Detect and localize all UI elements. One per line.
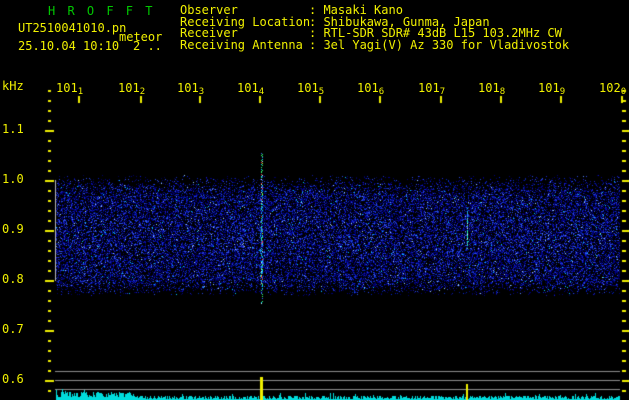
- y-axis-unit-label: kHz: [2, 79, 24, 93]
- x-axis-label-main: 101: [538, 81, 560, 95]
- y-axis-label: 1.1: [2, 122, 24, 136]
- x-axis-label-main: 101: [357, 81, 379, 95]
- info-label-antenna: Receiving Antenna: [180, 38, 303, 52]
- datetime-label: 25.10.04 10:10: [18, 39, 120, 53]
- app-title: H R O F F T: [48, 4, 155, 18]
- x-axis-label: 101 6: [357, 82, 384, 99]
- x-axis-label: 101 9: [538, 82, 565, 99]
- x-axis-label-sub: 9: [559, 87, 566, 97]
- info-value-antenna: : 3el Yagi(V) Az 330 for Vladivostok: [309, 38, 570, 52]
- x-axis-label-main: 101: [177, 81, 199, 95]
- x-axis-label: 101 1: [56, 82, 83, 99]
- echo-count-label: 2 ..: [133, 39, 162, 53]
- y-axis-label: 0.6: [2, 372, 24, 386]
- x-axis-label-main: 101: [297, 81, 319, 95]
- x-axis-label-main: 101: [56, 81, 78, 95]
- filename-label: UT2510041010.pn: [18, 21, 127, 35]
- x-axis-label: 101 8: [478, 82, 505, 99]
- x-axis-label-main: 101: [118, 81, 140, 95]
- x-axis-label-sub: 3: [198, 87, 205, 97]
- x-axis-label: 101 5: [297, 82, 324, 99]
- x-axis-label: 101 7: [418, 82, 445, 99]
- x-axis-label: 101 3: [177, 82, 204, 99]
- x-axis-label-main: 101: [418, 81, 440, 95]
- x-axis-label-main: 101: [237, 81, 259, 95]
- x-axis-label-sub: 6: [378, 87, 385, 97]
- y-axis-label: 0.9: [2, 222, 24, 236]
- x-axis-label: 101 4: [237, 82, 264, 99]
- x-axis-label-sub: 0: [620, 87, 627, 97]
- x-axis-label-sub: 1: [77, 87, 84, 97]
- x-axis-label: 102 0: [599, 82, 626, 99]
- y-axis-label: 1.0: [2, 172, 24, 186]
- x-axis-label-sub: 4: [258, 87, 265, 97]
- hrofft-screen: H R O F F T UT2510041010.pn meteor 25.10…: [0, 0, 629, 400]
- y-axis-label: 0.8: [2, 272, 24, 286]
- x-axis-label-sub: 2: [139, 87, 146, 97]
- x-axis-label-sub: 7: [439, 87, 446, 97]
- x-axis-label-main: 101: [478, 81, 500, 95]
- x-axis-label-sub: 5: [318, 87, 325, 97]
- x-axis-label: 101 2: [118, 82, 145, 99]
- spectrogram-canvas: [0, 0, 629, 400]
- y-axis-label: 0.7: [2, 322, 24, 336]
- x-axis-label-main: 102: [599, 81, 621, 95]
- x-axis-label-sub: 8: [499, 87, 506, 97]
